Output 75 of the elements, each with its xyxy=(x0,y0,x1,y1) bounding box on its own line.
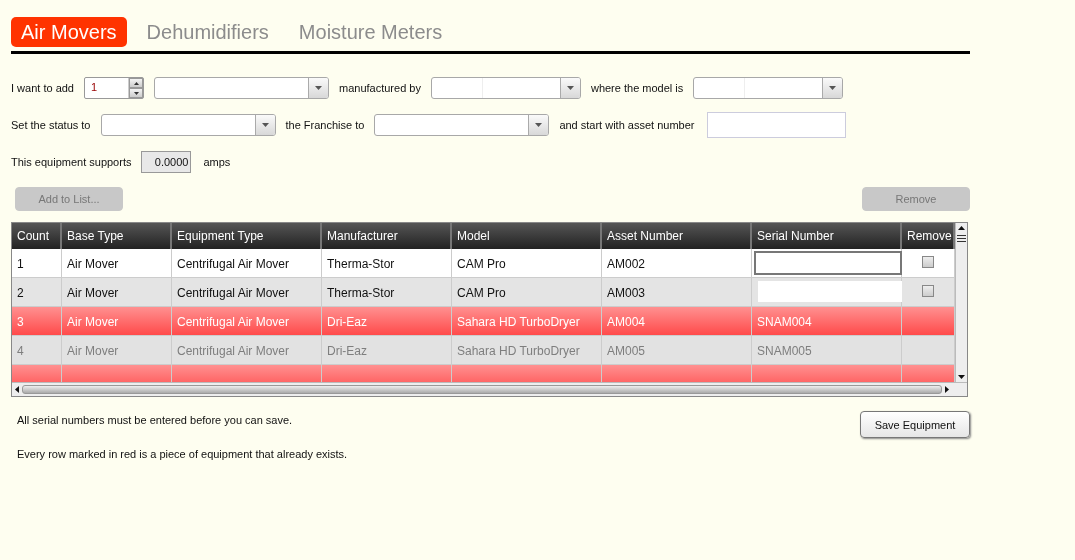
table-cell xyxy=(902,336,955,365)
column-header[interactable]: Equipment Type xyxy=(172,223,322,249)
column-header[interactable]: Model xyxy=(452,223,602,249)
table-cell: CAM Pro xyxy=(452,278,602,307)
serial-number-field[interactable] xyxy=(754,251,902,275)
table-cell: 3 xyxy=(12,307,62,336)
table-cell: Centrifugal Air Mover xyxy=(172,307,322,336)
table-cell: Sahara HD TurboDryer xyxy=(452,307,602,336)
table-cell: Dri-Eaz xyxy=(322,336,452,365)
spin-up-button[interactable] xyxy=(129,78,143,88)
table-cell: Therma-Stor xyxy=(322,278,452,307)
field-label: the Franchise to xyxy=(285,119,365,131)
dropdown[interactable] xyxy=(100,114,276,136)
dropdown-arrow-icon xyxy=(535,123,543,127)
table-cell: Air Mover xyxy=(62,336,172,365)
tab[interactable]: Air Movers xyxy=(11,17,127,47)
scroll-left-arrow-icon[interactable] xyxy=(15,386,19,393)
dropdown-arrow-icon xyxy=(261,123,269,127)
table-cell: 2 xyxy=(12,278,62,307)
remove-checkbox[interactable] xyxy=(922,256,934,268)
table-cell: 4 xyxy=(12,336,62,365)
table-cell: SNAM004 xyxy=(752,307,902,336)
table-cell: AM004 xyxy=(602,307,752,336)
vertical-scrollbar[interactable] xyxy=(955,223,967,382)
amps-field: 0.0000 xyxy=(141,151,192,173)
dropdown[interactable] xyxy=(154,77,329,99)
note-text: All serial numbers must be entered before you can save. xyxy=(17,414,294,426)
dropdown[interactable] xyxy=(693,77,844,99)
table-cell: AM003 xyxy=(602,278,752,307)
table-cell: Dri-Eaz xyxy=(322,307,452,336)
table-cell: Centrifugal Air Mover xyxy=(172,336,322,365)
field-label: Set the status to xyxy=(11,119,91,131)
save-equipment-button[interactable]: Save Equipment xyxy=(860,411,970,438)
dropdown[interactable] xyxy=(430,77,581,99)
dropdown-arrow-icon xyxy=(829,86,837,90)
scroll-thumb-grip-icon[interactable] xyxy=(957,235,966,242)
column-header[interactable]: Remove xyxy=(902,223,955,249)
horizontal-scrollbar[interactable] xyxy=(12,382,967,396)
column-header[interactable]: Asset Number xyxy=(602,223,752,249)
table-cell: 1 xyxy=(12,249,62,278)
table-cell: AM005 xyxy=(602,336,752,365)
column-header[interactable]: Manufacturer xyxy=(322,223,452,249)
caret-down-icon xyxy=(133,91,139,95)
scroll-right-arrow-icon[interactable] xyxy=(945,386,949,393)
field-label: amps xyxy=(203,156,231,168)
spin-down-button[interactable] xyxy=(129,88,143,98)
field-label: and start with asset number xyxy=(559,119,695,131)
remove-checkbox[interactable] xyxy=(922,285,934,297)
dropdown[interactable] xyxy=(374,114,550,136)
field-label: This equipment supports xyxy=(11,156,132,168)
scroll-thumb[interactable] xyxy=(22,385,942,394)
field-label: I want to add xyxy=(11,82,74,94)
note-text: Every row marked in red is a piece of equipment that already exists. xyxy=(17,448,348,460)
table-cell: Air Mover xyxy=(62,307,172,336)
quantity-spinner[interactable]: 1 xyxy=(84,77,144,99)
table-cell: Air Mover xyxy=(62,249,172,278)
column-header[interactable]: Serial Number xyxy=(752,223,902,249)
dropdown-arrow-icon xyxy=(315,86,322,90)
scroll-down-arrow-icon[interactable] xyxy=(958,375,965,379)
scroll-up-arrow-icon[interactable] xyxy=(958,226,965,230)
field-label: manufactured by xyxy=(339,82,421,94)
asset-number-field[interactable] xyxy=(706,112,846,138)
dropdown-arrow-icon xyxy=(566,86,574,90)
column-header[interactable]: Base Type xyxy=(62,223,172,249)
field-label: where the model is xyxy=(590,82,684,94)
table-cell: Therma-Stor xyxy=(322,249,452,278)
caret-up-icon xyxy=(133,81,139,85)
table-cell: CAM Pro xyxy=(452,249,602,278)
table-cell: Sahara HD TurboDryer xyxy=(452,336,602,365)
table-cell: AM002 xyxy=(602,249,752,278)
table-cell: Air Mover xyxy=(62,278,172,307)
table-cell: Centrifugal Air Mover xyxy=(172,249,322,278)
table-cell: SNAM005 xyxy=(752,336,902,365)
table-cell: Centrifugal Air Mover xyxy=(172,278,322,307)
column-header[interactable]: Count xyxy=(12,223,62,249)
